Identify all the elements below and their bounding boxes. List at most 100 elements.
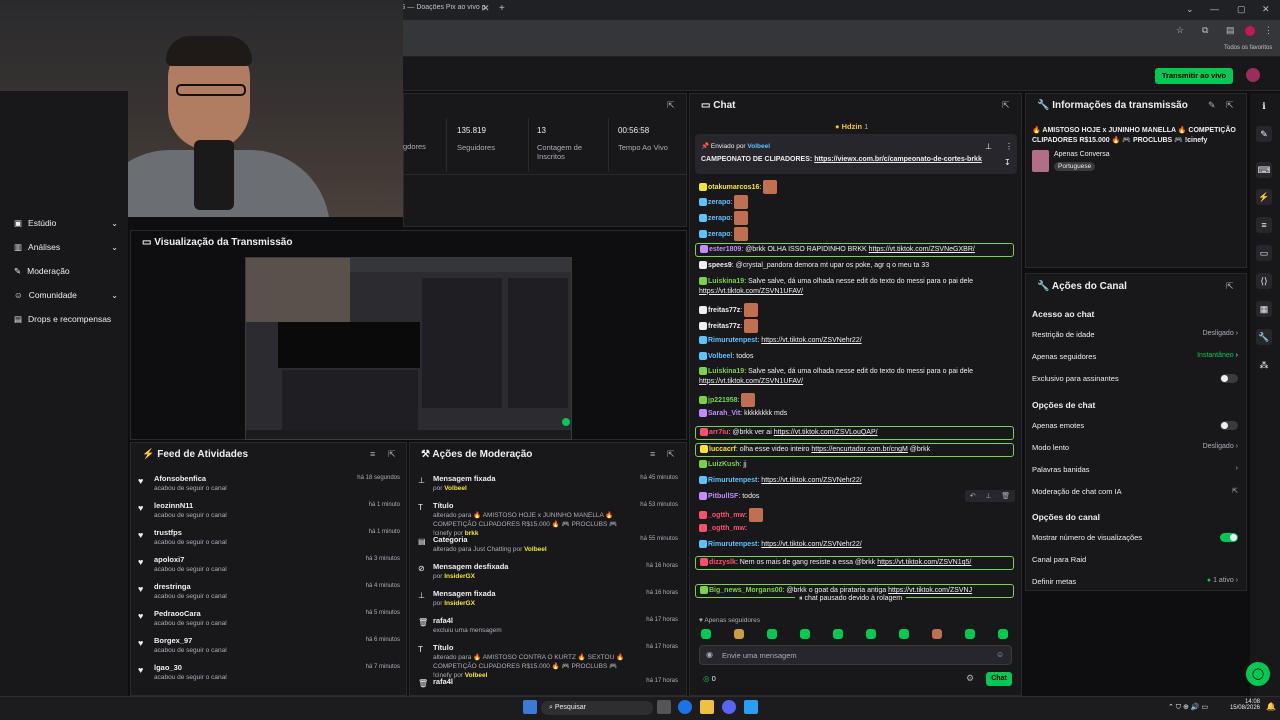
chat-message[interactable]: ester1809: @brkk OLHA ISSO RAPIDINHO BRK…: [695, 243, 1014, 257]
info-icon[interactable]: ℹ: [1256, 98, 1272, 114]
stream-preview[interactable]: [245, 257, 572, 440]
bolt-icon[interactable]: ⚡: [1256, 189, 1272, 205]
close-window-icon[interactable]: ✕: [1262, 4, 1270, 15]
chat-username[interactable]: freitas77z: [708, 323, 740, 330]
sidebar-item-analytics[interactable]: ▥ Análises ⌄: [14, 240, 118, 254]
unpin-icon[interactable]: ⊥: [985, 142, 992, 151]
chat-message[interactable]: Rimurutenpest: https://vt.tiktok.com/ZSV…: [699, 540, 1015, 550]
chat-message[interactable]: Volbeel: todos: [699, 352, 1015, 362]
feed-item[interactable]: ♥ lgao_30 acabou de seguir o canal há 7 min…: [138, 663, 400, 689]
chat-message[interactable]: Rimurutenpest: https://vt.tiktok.com/ZSV…: [699, 336, 1015, 346]
sidebar-item-community[interactable]: ☺ Comunidade ⌄: [14, 288, 118, 302]
filter-icon[interactable]: ≡: [370, 449, 375, 459]
quick-emote-icon[interactable]: [833, 629, 843, 639]
chat-message[interactable]: _ogtth_mw:: [699, 508, 1015, 522]
chat-message[interactable]: freitas77z:: [699, 303, 1015, 317]
chat-message[interactable]: zerapo:: [699, 211, 1015, 225]
pinned-message[interactable]: 📌 Enviado por Volbeel CAMPEONATO DE CLIP…: [695, 134, 1017, 174]
quick-emote-icon[interactable]: [998, 629, 1008, 639]
discord-icon[interactable]: [722, 700, 736, 714]
moderation-item[interactable]: ⊥ Mensagem fixada por Volbeel há 45 minutos: [418, 474, 678, 493]
chat-message[interactable]: otakumarcos16:: [699, 180, 1015, 194]
moderation-item[interactable]: 🗑 rafa4l excluiu uma mensagem há 17 horas: [418, 616, 678, 635]
emote-only-toggle[interactable]: [1220, 421, 1238, 430]
taskview-icon[interactable]: [657, 700, 671, 714]
chat-username[interactable]: Rimurutenpest: [708, 477, 757, 484]
feed-item[interactable]: ♥ Afonsobenfica acabou de seguir o canal há…: [138, 474, 400, 500]
sidebar-item-drops[interactable]: ▤ Drops e recompensas: [14, 312, 118, 326]
quick-emote-icon[interactable]: [701, 629, 711, 639]
edit-icon[interactable]: ✎: [1208, 100, 1216, 111]
quick-emote-icon[interactable]: [965, 629, 975, 639]
clock[interactable]: 14:08 15/08/2026: [1228, 699, 1260, 711]
chat-input[interactable]: ◉ Envie uma mensagem ☺: [699, 645, 1012, 665]
feed-item[interactable]: ♥ drestringa acabou de seguir o canal há 4 …: [138, 582, 400, 608]
chat-username[interactable]: PitbullSF: [708, 493, 738, 500]
chat-link[interactable]: https://vt.tiktok.com/ZSVNJ: [888, 587, 972, 594]
chat-message[interactable]: dizzyslk: Nem os mais de gang resiste a …: [695, 556, 1014, 570]
chat-username[interactable]: arr7iu: [709, 429, 728, 436]
popout-icon[interactable]: ⇱: [1002, 100, 1010, 111]
code-icon[interactable]: ⟨⟩: [1256, 273, 1272, 289]
moderation-actor[interactable]: InsiderGX: [444, 573, 475, 580]
followers-only-row[interactable]: Apenas seguidores Instantâneo ›: [1032, 352, 1238, 366]
chat-message[interactable]: Luiskina19: Salve salve, dá uma olhada n…: [699, 277, 1015, 296]
chat-link[interactable]: https://encurtador.com.br/cngM: [811, 446, 908, 453]
sidebar-item-studio[interactable]: ▣ Estúdio ⌄: [14, 216, 118, 230]
filter-icon[interactable]: ≡: [650, 449, 655, 459]
subscribers-only-toggle[interactable]: [1220, 374, 1238, 383]
chrome-icon[interactable]: [678, 700, 692, 714]
queue-icon[interactable]: ▦: [1256, 301, 1272, 317]
sidebar-item-moderation[interactable]: ✎ Moderação: [14, 264, 118, 278]
menu-icon[interactable]: ⋮: [1264, 25, 1273, 36]
chat-icon[interactable]: ▭: [1256, 245, 1272, 261]
taskbar-search[interactable]: ⌕ Pesquisar: [541, 701, 653, 715]
extensions-icon[interactable]: ⧉: [1202, 25, 1208, 36]
feed-item[interactable]: ♥ apoloxi7 acabou de seguir o canal há 3 mi…: [138, 555, 400, 581]
chat-username[interactable]: ester1809: [709, 246, 741, 253]
chat-message[interactable]: jp221958:: [699, 393, 1015, 407]
chat-message[interactable]: zerapo:: [699, 195, 1015, 209]
wrench-icon[interactable]: 🔧: [1256, 329, 1272, 345]
all-bookmarks[interactable]: Todos os favoritos: [1224, 45, 1272, 51]
list-icon[interactable]: ≡: [1256, 217, 1272, 233]
windows-start-icon[interactable]: [523, 700, 537, 714]
more-icon[interactable]: ⋮: [1005, 142, 1013, 151]
pinned-link[interactable]: https://viewx.com.br/c/campeonato-de-cor…: [814, 156, 982, 163]
tab-search-icon[interactable]: ⌄: [1186, 4, 1194, 15]
chat-link[interactable]: https://vt.tiktok.com/ZSVNehr22/: [761, 541, 861, 548]
moderation-item[interactable]: ▤ Categoria alterado para Just Chatting po…: [418, 535, 678, 554]
chat-username[interactable]: spees9: [708, 262, 732, 269]
chat-username[interactable]: Rimurutenpest: [708, 541, 757, 548]
channel-points[interactable]: ◎ 0: [703, 674, 716, 683]
chat-fab-button[interactable]: ◯: [1246, 662, 1270, 686]
chat-link[interactable]: https://vt.tiktok.com/ZSVN1UFAV/: [699, 288, 803, 295]
chat-username[interactable]: zerapo: [708, 231, 731, 238]
chat-username[interactable]: _ogtth_mw: [708, 525, 745, 532]
chat-username[interactable]: _ogtth_mw: [708, 512, 745, 519]
chat-message[interactable]: Luiskina19: Salve salve, dá uma olhada n…: [699, 367, 1015, 386]
chat-username[interactable]: Luiskina19: [708, 278, 744, 285]
chat-link[interactable]: https://vt.tiktok.com/ZSVN1q5/: [877, 559, 971, 566]
minimize-icon[interactable]: —: [1210, 4, 1219, 14]
slow-mode-row[interactable]: Modo lento Desligado ›: [1032, 443, 1238, 457]
telegram-icon[interactable]: [744, 700, 758, 714]
quick-emote-icon[interactable]: [767, 629, 777, 639]
chat-username[interactable]: zerapo: [708, 215, 731, 222]
chat-username[interactable]: Sarah_Vit: [708, 410, 740, 417]
smile-icon[interactable]: ☺: [996, 650, 1004, 659]
chat-link[interactable]: https://vt.tiktok.com/ZSVNehr22/: [761, 477, 861, 484]
chat-username[interactable]: Rimurutenpest: [708, 337, 757, 344]
edit-icon[interactable]: ✎: [1256, 126, 1272, 142]
chat-username[interactable]: freitas77z: [708, 307, 740, 314]
moderation-actor[interactable]: InsiderGX: [444, 600, 475, 607]
feed-item[interactable]: ♥ PedraooCara acabou de seguir o canal há 5…: [138, 609, 400, 635]
chat-username[interactable]: dizzyslk: [709, 559, 736, 566]
pin-icon[interactable]: ⊥: [985, 492, 991, 500]
feed-item[interactable]: ♥ Borgex_97 acabou de seguir o canal há 6 m…: [138, 636, 400, 662]
star-icon[interactable]: ☆: [1176, 25, 1184, 36]
moderation-actor[interactable]: Volbeel: [524, 546, 547, 553]
view-count-toggle[interactable]: [1220, 533, 1238, 542]
popout-icon[interactable]: ⇱: [388, 449, 396, 460]
popout-icon[interactable]: ⇱: [1226, 100, 1234, 111]
